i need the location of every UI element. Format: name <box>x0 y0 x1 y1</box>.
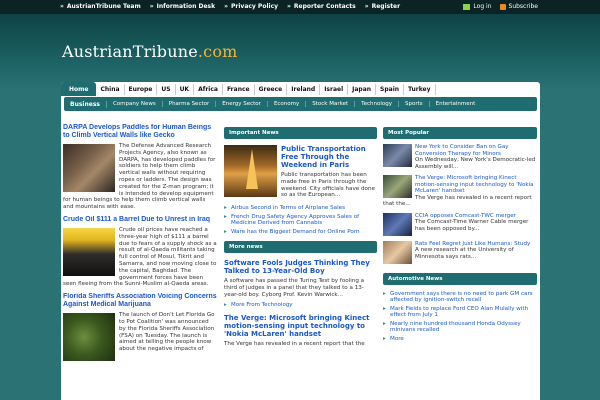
section-technology[interactable]: Technology <box>355 101 399 107</box>
popular-item: New York to Consider Ban on Gay Conversi… <box>383 144 537 170</box>
popular-item: The Verge: Microsoft bringing Kinect mot… <box>383 175 537 208</box>
top-nav-reporter-contacts[interactable]: Reporter Contacts <box>287 3 356 10</box>
tab-uk[interactable]: UK <box>176 84 195 95</box>
article-card: DARPA Develops Paddles for Human Beings … <box>63 124 217 211</box>
headline-link[interactable]: Nearly nine hundred thousand Honda Odyss… <box>383 321 537 334</box>
site-logo[interactable]: AustrianTribune.com <box>62 42 238 61</box>
article-card: Crude Oil $111 a Barrel Due to Unrest in… <box>63 216 217 288</box>
tab-israel[interactable]: Israel <box>320 84 349 95</box>
popular-thumbnail[interactable] <box>383 240 412 264</box>
login-link[interactable]: Log in <box>463 3 492 10</box>
headline-link[interactable]: Government says there is no need to park… <box>383 291 537 304</box>
more-from-technology-link[interactable]: More From Technology <box>224 302 377 308</box>
headline-link[interactable]: French Drug Safety Agency Approves Sales… <box>224 214 377 227</box>
headline-link[interactable]: Ware has the Biggest Demand for Online P… <box>224 229 377 236</box>
tab-us[interactable]: US <box>157 84 176 95</box>
article-summary: The Verge has revealed in a recent repor… <box>224 340 365 347</box>
important-news-header: Important News <box>224 127 377 139</box>
tab-spain[interactable]: Spain <box>376 84 405 95</box>
tab-africa[interactable]: Africa <box>194 84 223 95</box>
automotive-list: Government says there is no need to park… <box>383 291 537 343</box>
middle-column: Important News Public Transportation Fre… <box>224 127 377 347</box>
popular-item: Rats Feel Regret Just Like Humans: Study… <box>383 240 537 264</box>
left-column: DARPA Develops Paddles for Human Beings … <box>63 124 217 368</box>
main-container: Home China Europe US UK Africa France Gr… <box>61 82 540 400</box>
headline-link[interactable]: Mark Fields to replace Ford CEO Alan Mul… <box>383 306 537 319</box>
tab-home[interactable]: Home <box>61 82 97 96</box>
popular-thumbnail[interactable] <box>383 212 412 236</box>
top-nav: AustrianTribune Team Information Desk Pr… <box>60 3 409 10</box>
subscribe-label: Subscribe <box>508 3 538 10</box>
top-nav-team[interactable]: AustrianTribune Team <box>60 3 141 10</box>
popular-thumbnail[interactable] <box>383 175 412 198</box>
section-energy[interactable]: Energy Sector <box>216 101 268 107</box>
automotive-news-header: Automotive News <box>383 272 537 285</box>
article-summary: The launch of Don't Let Florida Go to Po… <box>119 312 215 353</box>
popular-thumbnail[interactable] <box>383 144 412 167</box>
most-popular-header: Most Popular <box>383 127 537 139</box>
logo-name: AustrianTribune <box>62 42 198 61</box>
section-stock-market[interactable]: Stock Market <box>306 101 356 107</box>
right-column: Most Popular New York to Consider Ban on… <box>383 127 537 344</box>
article-summary: A software has passed the Turing Test by… <box>224 278 365 298</box>
top-bar: AustrianTribune Team Information Desk Pr… <box>0 0 600 14</box>
popular-item: CCIA opposes Comcast-TWC merger The Comc… <box>383 212 537 236</box>
more-news-header: More news <box>224 241 377 254</box>
section-pharma[interactable]: Pharma Sector <box>163 101 217 107</box>
tab-greece[interactable]: Greece <box>255 84 288 95</box>
article-title[interactable]: Florida Sheriffs Association Voicing Con… <box>63 293 217 309</box>
section-company-news[interactable]: Company News <box>107 101 163 107</box>
category-nav: Home China Europe US UK Africa France Gr… <box>61 82 540 96</box>
section-sports[interactable]: Sports <box>399 101 430 107</box>
account-links: Log in Subscribe <box>455 3 538 10</box>
section-entertainment[interactable]: Entertainment <box>430 101 482 107</box>
login-icon <box>463 3 471 10</box>
section-economy[interactable]: Economy <box>268 101 307 107</box>
section-nav: Business Company News Pharma Sector Ener… <box>64 97 537 111</box>
section-business[interactable]: Business <box>64 100 107 108</box>
headline-link[interactable]: Airbus Second in Terms of Airplane Sales <box>224 205 377 212</box>
article-thumbnail[interactable] <box>63 227 115 276</box>
article-thumbnail[interactable] <box>63 313 115 362</box>
article-title[interactable]: Software Fools Judges Thinking They Talk… <box>224 259 377 275</box>
tab-ireland[interactable]: Ireland <box>287 84 321 95</box>
more-link[interactable]: More <box>383 336 537 343</box>
article-thumbnail[interactable] <box>63 144 115 192</box>
top-nav-register[interactable]: Register <box>365 3 401 10</box>
login-label: Log in <box>473 3 492 10</box>
top-nav-privacy[interactable]: Privacy Policy <box>224 3 278 10</box>
featured-article: Public Transportation Free Through the W… <box>224 145 377 199</box>
article-title[interactable]: The Verge: Microsoft bringing Kinect mot… <box>224 314 377 338</box>
logo-tld: .com <box>197 42 238 61</box>
tab-turkey[interactable]: Turkey <box>404 84 436 95</box>
rss-icon <box>499 3 506 10</box>
article-thumbnail[interactable] <box>224 145 277 197</box>
tab-japan[interactable]: Japan <box>348 84 377 95</box>
article-title[interactable]: Crude Oil $111 a Barrel Due to Unrest in… <box>63 216 217 224</box>
tab-france[interactable]: France <box>223 84 255 95</box>
top-nav-info-desk[interactable]: Information Desk <box>150 3 216 10</box>
tab-china[interactable]: China <box>96 84 125 95</box>
subscribe-link[interactable]: Subscribe <box>499 3 538 10</box>
article-title[interactable]: DARPA Develops Paddles for Human Beings … <box>63 124 217 140</box>
article-card: Florida Sheriffs Association Voicing Con… <box>63 293 217 363</box>
tab-europe[interactable]: Europe <box>125 84 158 95</box>
headline-list: Airbus Second in Terms of Airplane Sales… <box>224 205 377 235</box>
